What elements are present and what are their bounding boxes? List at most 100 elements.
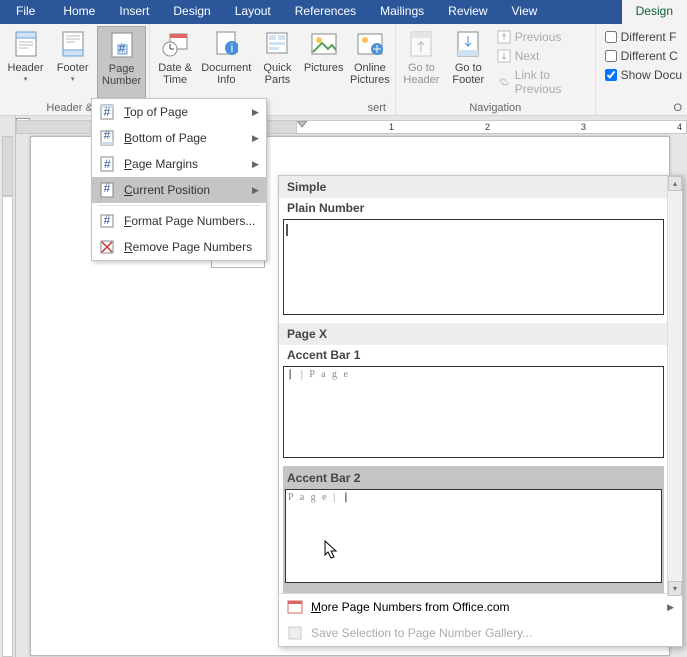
tab-references[interactable]: References [283,0,368,24]
gallery-category-pagex: Page X [279,323,682,345]
show-document-checkbox[interactable]: Show Docu [603,67,684,83]
gallery-footer: More Page Numbers from Office.com ▶ Save… [279,593,682,646]
submenu-arrow-icon: ▶ [252,159,260,170]
menu-current-position-label: Current Position [124,183,244,197]
next-label: Next [515,49,540,63]
header-label: Header [8,62,44,74]
menu-bottom-of-page[interactable]: # Bottom of Page ▶ [92,125,266,151]
document-info-label: Document Info [201,62,251,86]
goto-footer-button[interactable]: Go to Footer [446,26,491,101]
vertical-ruler[interactable] [0,136,16,657]
gallery-item-accentbar2[interactable]: P a g e | ❙ [285,489,662,583]
header-button[interactable]: Header ▾ [3,26,48,101]
scroll-up-button[interactable]: ▴ [668,176,682,191]
menu-page-margins[interactable]: # Page Margins ▶ [92,151,266,177]
gallery-scrollbar[interactable]: ▴ ▾ [667,176,682,596]
indent-marker[interactable] [297,121,307,129]
svg-text:#: # [104,182,111,195]
quick-parts-label: Quick Parts [257,62,297,86]
previous-label: Previous [515,30,562,44]
submenu-arrow-icon: ▶ [667,602,674,613]
svg-text:#: # [104,105,111,119]
different-first-checkbox[interactable]: Different F [603,29,684,45]
gallery-category-simple: Simple [279,176,682,198]
tab-view[interactable]: View [500,0,550,24]
goto-header-label: Go to Header [401,62,442,86]
scroll-down-button[interactable]: ▾ [668,581,682,596]
date-time-label: Date & Time [155,62,195,86]
different-first-label: Different F [621,30,677,44]
tab-review[interactable]: Review [436,0,499,24]
next-icon [497,49,511,63]
svg-text:#: # [104,157,111,171]
footer-label: Footer [57,62,89,74]
goto-header-icon [405,28,437,60]
goto-header-button[interactable]: Go to Header [399,26,444,101]
next-button[interactable]: Next [493,48,592,64]
link-previous-label: Link to Previous [515,68,588,96]
menu-top-of-page-label: Top of Page [124,105,244,119]
gallery-more-label: More Page Numbers from Office.com [311,600,510,614]
ruler-number: 1 [389,122,394,132]
ruler-number: 2 [485,122,490,132]
previous-button[interactable]: Previous [493,29,592,45]
ribbon-tab-strip: File Home Insert Design Layout Reference… [0,0,687,24]
mouse-cursor-icon [324,540,338,560]
pictures-button[interactable]: Pictures [302,26,346,101]
different-odd-even-checkbox[interactable]: Different C [603,48,684,64]
office-icon [287,599,303,615]
submenu-arrow-icon: ▶ [252,133,260,144]
tab-home[interactable]: Home [51,0,107,24]
format-page-numbers-icon: # [98,212,116,230]
save-selection-icon [287,625,303,641]
online-pictures-button[interactable]: Online Pictures [348,26,392,101]
goto-footer-label: Go to Footer [448,62,489,86]
pictures-icon [308,28,340,60]
bottom-of-page-icon: # [98,129,116,147]
gallery-more-from-office[interactable]: More Page Numbers from Office.com ▶ [279,594,682,620]
menu-format-page-numbers[interactable]: # Format Page Numbers... [92,208,266,234]
goto-footer-icon [452,28,484,60]
page-number-label: Page Number [100,63,143,87]
online-pictures-label: Online Pictures [350,62,390,86]
tab-design[interactable]: Design [161,0,222,24]
page-number-gallery: Simple Plain Number Page X Accent Bar 1 … [278,175,683,647]
date-time-button[interactable]: Date & Time [153,26,197,101]
group-label-options: O [599,101,684,115]
link-previous-button[interactable]: Link to Previous [493,67,592,97]
tab-context-design[interactable]: Design [622,0,687,24]
gallery-item-accentbar1-label: Accent Bar 1 [283,345,664,364]
pictures-label: Pictures [304,62,344,74]
group-label-navigation: Navigation [399,101,592,115]
menu-current-position[interactable]: # Current Position ▶ [92,177,266,203]
menu-separator [98,205,260,206]
gallery-item-accentbar1[interactable]: ❙ | P a g e [283,366,664,458]
svg-text:#: # [104,130,111,142]
tab-file[interactable]: File [0,0,51,24]
menu-remove-page-numbers-label: Remove Page Numbers [124,240,260,254]
quick-parts-button[interactable]: Quick Parts [255,26,299,101]
current-position-icon: # [98,181,116,199]
gallery-preview-text: P a g e | ❙ [288,492,352,503]
tab-insert[interactable]: Insert [107,0,161,24]
footer-button[interactable]: Footer ▾ [50,26,95,101]
tab-mailings[interactable]: Mailings [368,0,436,24]
date-time-icon [159,28,191,60]
gallery-item-plain[interactable] [283,219,664,315]
tab-layout[interactable]: Layout [223,0,283,24]
top-of-page-icon: # [98,103,116,121]
different-odd-even-label: Different C [621,49,678,63]
page-number-menu: # Top of Page ▶ # Bottom of Page ▶ # Pag… [91,98,267,261]
menu-remove-page-numbers[interactable]: Remove Page Numbers [92,234,266,260]
ruler-number: 3 [581,122,586,132]
document-info-button[interactable]: i Document Info [199,26,253,101]
footer-icon [57,28,89,60]
link-previous-icon [497,75,511,89]
submenu-arrow-icon: ▶ [252,107,260,118]
online-pictures-icon [354,28,386,60]
svg-text:#: # [118,41,125,55]
menu-top-of-page[interactable]: # Top of Page ▶ [92,99,266,125]
gallery-item-accentbar2-label: Accent Bar 2 [285,468,662,487]
gallery-save-selection: Save Selection to Page Number Gallery... [279,620,682,646]
page-number-button[interactable]: # Page Number [97,26,146,101]
